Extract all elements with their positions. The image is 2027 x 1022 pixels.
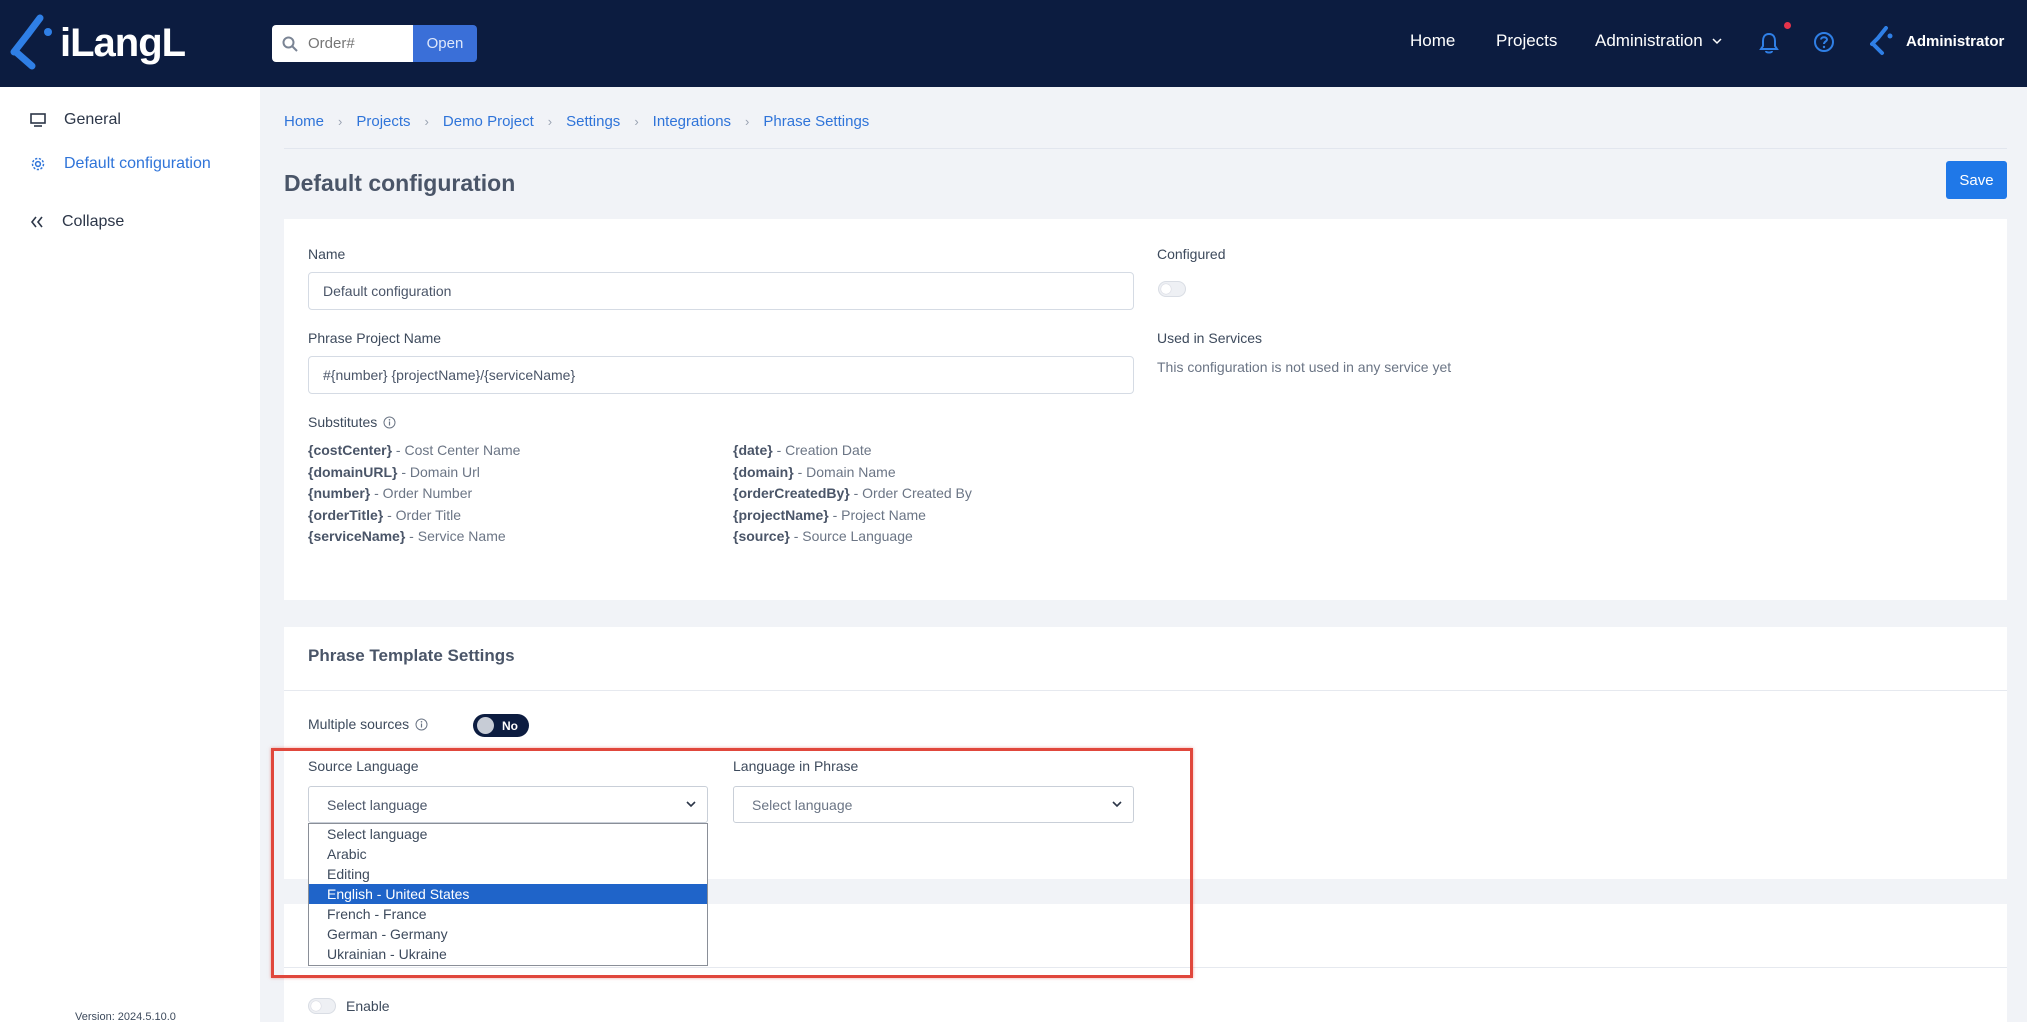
- chevron-down-icon: [686, 801, 696, 808]
- enable-toggle[interactable]: [308, 998, 336, 1014]
- phrase-project-name-input[interactable]: #{number} {projectName}/{serviceName}: [308, 356, 1134, 394]
- source-language-options: Select language Arabic Editing English -…: [308, 823, 708, 966]
- name-label: Name: [308, 246, 346, 262]
- name-input[interactable]: Default configuration: [308, 272, 1134, 310]
- chevron-down-icon: [1712, 38, 1722, 45]
- substitute-item: {serviceName} - Service Name: [308, 528, 506, 544]
- app-logo[interactable]: iLangL: [10, 12, 186, 74]
- language-in-phrase-select[interactable]: Select language: [733, 786, 1134, 823]
- enable-label: Enable: [346, 998, 390, 1014]
- sidebar-item-general[interactable]: General: [30, 111, 121, 129]
- chevron-right-icon: ›: [338, 114, 343, 129]
- breadcrumb: Home › Projects › Demo Project › Settings › …: [284, 113, 869, 130]
- info-icon[interactable]: [415, 718, 428, 731]
- user-menu[interactable]: Administrator: [1870, 26, 2004, 56]
- substitute-item: {date} - Creation Date: [733, 442, 872, 458]
- language-option[interactable]: Editing: [309, 864, 707, 884]
- top-navigation-bar: iLangL Open Home Projects Administration…: [0, 0, 2027, 87]
- open-order-button[interactable]: Open: [413, 25, 477, 62]
- configured-toggle[interactable]: [1158, 281, 1186, 297]
- toggle-state-text: No: [502, 718, 518, 733]
- breadcrumb-phrase-settings[interactable]: Phrase Settings: [763, 113, 869, 130]
- substitute-item: {domainURL} - Domain Url: [308, 463, 480, 480]
- notifications-bell-icon[interactable]: [1758, 31, 1780, 60]
- breadcrumb-projects[interactable]: Projects: [356, 113, 410, 130]
- source-language-select[interactable]: Select language: [308, 786, 708, 823]
- search-icon: [272, 36, 308, 52]
- divider: [284, 690, 2007, 691]
- chevron-right-icon: ›: [424, 114, 429, 129]
- user-avatar-icon: [1870, 26, 1893, 55]
- substitutes-right-list: {date} - Creation Date {domain} - Domain…: [733, 440, 972, 548]
- substitutes-label-text: Substitutes: [308, 414, 378, 430]
- logo-text: iLangL: [60, 20, 186, 65]
- chevron-down-icon: [1112, 801, 1122, 808]
- breadcrumb-home[interactable]: Home: [284, 113, 324, 130]
- substitute-item: {orderTitle} - Order Title: [308, 506, 462, 523]
- chevron-right-icon: ›: [745, 114, 750, 129]
- nav-projects[interactable]: Projects: [1496, 31, 1557, 51]
- language-in-phrase-selected: Select language: [752, 796, 853, 813]
- multiple-sources-toggle[interactable]: No: [473, 714, 529, 737]
- info-icon[interactable]: [383, 416, 396, 429]
- breadcrumb-settings[interactable]: Settings: [566, 113, 620, 130]
- divider: [284, 967, 2007, 968]
- save-button[interactable]: Save: [1946, 161, 2007, 199]
- phrase-template-settings-title: Phrase Template Settings: [308, 646, 515, 665]
- nav-home[interactable]: Home: [1410, 31, 1455, 51]
- multiple-sources-label-text: Multiple sources: [308, 716, 410, 732]
- sidebar-item-label: Collapse: [62, 213, 125, 230]
- breadcrumb-demo-project[interactable]: Demo Project: [443, 113, 534, 130]
- multiple-sources-label: Multiple sources: [308, 716, 428, 732]
- user-name: Administrator: [1906, 32, 2005, 50]
- phrase-project-name-label: Phrase Project Name: [308, 330, 442, 346]
- sidebar-item-label: Default configuration: [64, 155, 211, 172]
- app-version: Version: 2024.5.10.0: [75, 1011, 176, 1022]
- sidebar-collapse[interactable]: Collapse: [30, 213, 124, 231]
- order-search-input[interactable]: [308, 35, 408, 52]
- notification-dot: [1784, 22, 1791, 29]
- language-in-phrase-label: Language in Phrase: [733, 758, 859, 774]
- substitutes-label: Substitutes: [308, 414, 396, 430]
- logo-icon: [10, 12, 58, 74]
- help-icon[interactable]: [1813, 31, 1835, 58]
- language-option-highlighted[interactable]: English - United States: [309, 884, 707, 904]
- substitute-item: {projectName} - Project Name: [733, 506, 926, 523]
- language-option[interactable]: French - France: [309, 904, 707, 924]
- breadcrumb-integrations[interactable]: Integrations: [653, 113, 731, 130]
- sidebar-item-default-configuration[interactable]: Default configuration: [30, 155, 211, 173]
- toggle-knob: [477, 717, 494, 734]
- order-search: [272, 25, 413, 62]
- chevron-right-icon: ›: [634, 114, 639, 129]
- nav-administration-label: Administration: [1595, 31, 1703, 50]
- substitute-item: {number} - Order Number: [308, 485, 473, 501]
- configured-label: Configured: [1157, 246, 1226, 262]
- double-chevron-left-icon: [30, 216, 43, 228]
- sidebar-item-label: General: [64, 111, 121, 128]
- source-language-selected: Select language: [327, 796, 428, 813]
- chevron-right-icon: ›: [547, 114, 553, 129]
- language-option[interactable]: Ukrainian - Ukraine: [309, 944, 707, 964]
- substitute-item: {source} - Source Language: [733, 528, 913, 544]
- substitute-item: {domain} - Domain Name: [733, 463, 896, 480]
- substitute-item: {costCenter} - Cost Center Name: [308, 442, 521, 458]
- page-title: Default configuration: [284, 170, 516, 196]
- nav-administration[interactable]: Administration: [1595, 31, 1723, 51]
- monitor-icon: [30, 113, 46, 127]
- substitutes-left-list: {costCenter} - Cost Center Name {domainU…: [308, 440, 520, 548]
- divider: [284, 148, 2007, 149]
- used-in-services-label: Used in Services: [1157, 330, 1263, 346]
- gear-icon: [31, 157, 45, 171]
- language-option[interactable]: German - Germany: [309, 924, 707, 944]
- language-option[interactable]: Select language: [309, 824, 707, 844]
- used-in-services-text: This configuration is not used in any se…: [1157, 359, 1452, 375]
- substitute-item: {orderCreatedBy} - Order Created By: [733, 485, 972, 501]
- enable-row: Enable: [308, 998, 390, 1014]
- source-language-label: Source Language: [308, 758, 419, 774]
- language-option[interactable]: Arabic: [309, 844, 707, 864]
